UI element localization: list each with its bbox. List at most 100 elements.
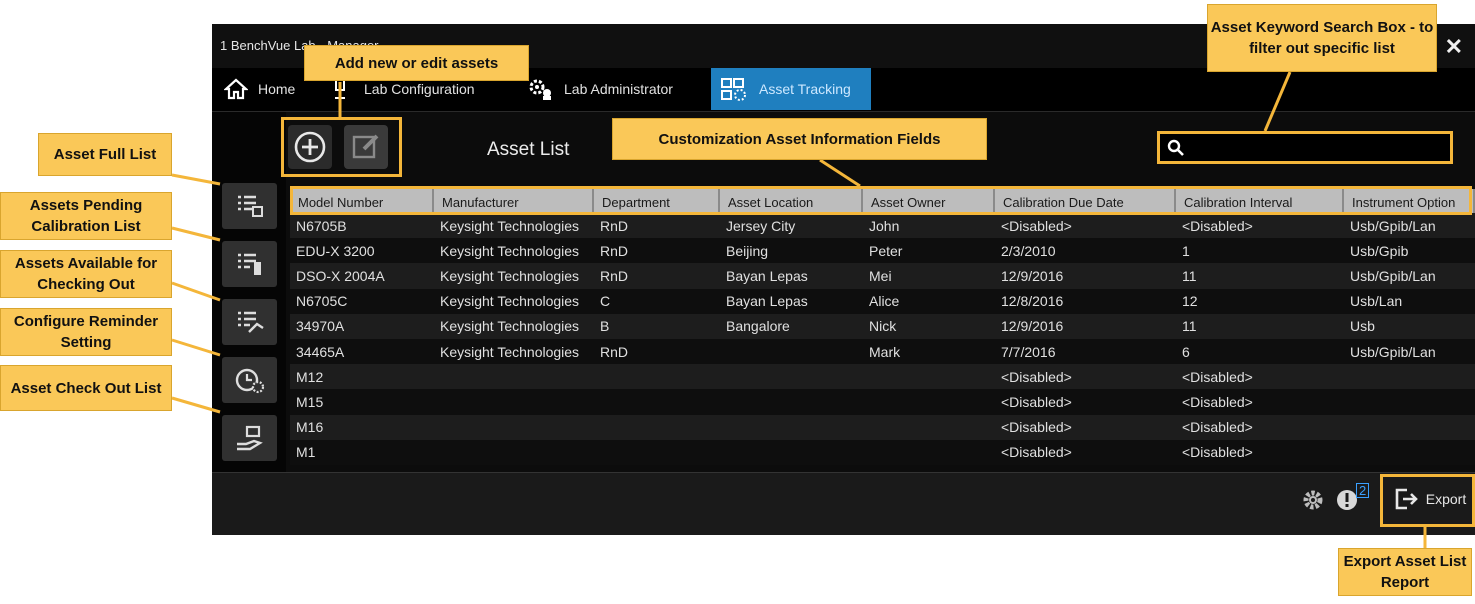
add-asset-button[interactable] <box>288 125 332 169</box>
table-cell: B <box>600 318 610 335</box>
table-cell: Peter <box>869 242 903 259</box>
table-cell: C <box>600 293 611 310</box>
table-cell: Beijing <box>726 242 769 259</box>
table-row[interactable]: 34970A Keysight Technologies B Bangalore Nic… <box>290 313 1475 339</box>
plus-circle-icon <box>294 131 326 163</box>
table-cell: 12 <box>1182 293 1198 310</box>
table-cell: Usb/Gpib/Lan <box>1350 267 1436 284</box>
edit-asset-button[interactable] <box>344 125 388 169</box>
table-cell: John <box>869 217 900 234</box>
column-header[interactable]: Calibration Due Date <box>995 189 1176 213</box>
hand-checkout-icon <box>236 425 263 451</box>
table-cell: EDU-X 3200 <box>296 242 375 259</box>
table-cell: <Disabled> <box>1182 444 1253 461</box>
table-cell: 11 <box>1182 318 1197 335</box>
table-row[interactable]: DSO-X 2004A Keysight Technologies RnD Bayan… <box>290 263 1475 289</box>
table-cell: 12/8/2016 <box>1001 293 1064 310</box>
pending-calibration-button[interactable] <box>222 241 277 287</box>
column-header[interactable]: Model Number <box>290 189 434 213</box>
table-cell: RnD <box>600 343 629 360</box>
table-row[interactable]: N6705B Keysight Technologies RnD Jersey Cit… <box>290 213 1475 239</box>
table-cell: 12/9/2016 <box>1001 318 1064 335</box>
checkout-list-button[interactable] <box>222 415 277 461</box>
table-row[interactable]: M12 <Disabled> <Disabled> <box>290 364 1475 390</box>
tab-lab-configuration-label: Lab Configuration <box>364 81 475 97</box>
asset-tracking-icon <box>721 78 746 101</box>
table-row[interactable]: M16 <Disabled> <Disabled> <box>290 414 1475 440</box>
table-cell: M15 <box>296 393 324 410</box>
table-cell: <Disabled> <box>1182 419 1253 436</box>
export-label: Export <box>1425 491 1467 507</box>
footer-bar: 2 Export <box>212 472 1475 535</box>
callout-reminder: Configure Reminder Setting <box>0 308 172 356</box>
table-cell: RnD <box>600 217 629 234</box>
pending-calibration-icon <box>237 253 261 275</box>
column-header[interactable]: Instrument Option <box>1344 189 1475 213</box>
table-cell: M16 <box>296 419 324 436</box>
table-row[interactable]: 34465A Keysight Technologies RnD Mark 7/7/20… <box>290 338 1475 365</box>
table-cell: Mei <box>869 267 892 284</box>
table-cell: <Disabled> <box>1182 368 1253 385</box>
table-cell: M1 <box>296 444 316 461</box>
callout-fields: Customization Asset Information Fields <box>612 118 987 160</box>
callout-search-box: Asset Keyword Search Box - to filter out… <box>1207 4 1437 72</box>
available-checkout-icon <box>237 311 264 333</box>
table-cell: Keysight Technologies <box>440 318 580 335</box>
table-cell: Keysight Technologies <box>440 217 580 234</box>
table-cell: Usb/Gpib/Lan <box>1350 343 1436 360</box>
available-checkout-button[interactable] <box>222 299 277 345</box>
table-cell: RnD <box>600 242 629 259</box>
table-cell: 1 <box>1182 242 1190 259</box>
table-cell: 7/7/2016 <box>1001 343 1056 360</box>
asset-search-input[interactable] <box>1158 133 1452 163</box>
table-cell: Keysight Technologies <box>440 267 580 284</box>
tab-asset-tracking[interactable]: Asset Tracking <box>711 68 871 110</box>
column-header[interactable]: Calibration Interval <box>1176 189 1344 213</box>
tab-home[interactable]: Home <box>224 68 295 110</box>
table-cell: 34465A <box>296 343 345 360</box>
close-icon[interactable]: ✕ <box>1445 34 1463 60</box>
app-window: 1 BenchVue Lab - Manager ✕ Home Lab Conf… <box>212 24 1475 535</box>
settings-gear-icon[interactable] <box>1300 487 1326 513</box>
table-cell: Usb/Gpib <box>1350 242 1409 259</box>
sidebar <box>212 112 286 472</box>
table-header: Model Number Manufacturer Department Asset … <box>290 189 1475 213</box>
main-content: Asset List Model Number Manufacturer Depar… <box>212 111 1475 472</box>
asset-full-list-button[interactable] <box>222 183 277 229</box>
column-header[interactable]: Asset Owner <box>863 189 995 213</box>
table-cell: <Disabled> <box>1182 217 1253 234</box>
table-cell: N6705C <box>296 293 348 310</box>
callout-pending: Assets Pending Calibration List <box>0 192 172 240</box>
table-row[interactable]: N6705C Keysight Technologies C Bayan Lepas A… <box>290 288 1475 314</box>
column-header[interactable]: Asset Location <box>720 189 863 213</box>
table-cell: Keysight Technologies <box>440 293 580 310</box>
table-cell: <Disabled> <box>1001 217 1072 234</box>
column-header[interactable]: Department <box>594 189 720 213</box>
export-icon <box>1395 488 1418 510</box>
reminder-setting-button[interactable] <box>222 357 277 403</box>
table-cell: M12 <box>296 368 324 385</box>
alarm-clock-gear-icon <box>235 368 264 394</box>
table-row[interactable]: EDU-X 3200 Keysight Technologies RnD Beijin… <box>290 238 1475 264</box>
callout-available: Assets Available for Checking Out <box>0 250 172 298</box>
table-cell: 2/3/2010 <box>1001 242 1056 259</box>
callout-full-list: Asset Full List <box>38 133 172 176</box>
table-cell: Alice <box>869 293 900 310</box>
table-cell: DSO-X 2004A <box>296 267 385 284</box>
callout-export: Export Asset List Report <box>1338 548 1472 596</box>
asset-table: Model Number Manufacturer Department Asset … <box>290 189 1475 469</box>
table-cell: Jersey City <box>726 217 796 234</box>
table-row[interactable]: M15 <Disabled> <Disabled> <box>290 389 1475 415</box>
table-cell: <Disabled> <box>1001 368 1072 385</box>
tab-asset-tracking-label: Asset Tracking <box>759 81 851 97</box>
table-cell: 11 <box>1182 267 1197 284</box>
table-row[interactable]: M1 <Disabled> <Disabled> <box>290 439 1475 465</box>
callout-add-edit: Add new or edit assets <box>304 45 529 81</box>
tab-lab-administrator[interactable]: Lab Administrator <box>528 68 673 110</box>
table-cell: Bangalore <box>726 318 790 335</box>
search-icon <box>1167 139 1184 156</box>
table-cell: <Disabled> <box>1001 419 1072 436</box>
column-header[interactable]: Manufacturer <box>434 189 594 213</box>
export-button[interactable]: Export <box>1387 476 1473 522</box>
table-body: N6705B Keysight Technologies RnD Jersey Cit… <box>290 213 1475 465</box>
